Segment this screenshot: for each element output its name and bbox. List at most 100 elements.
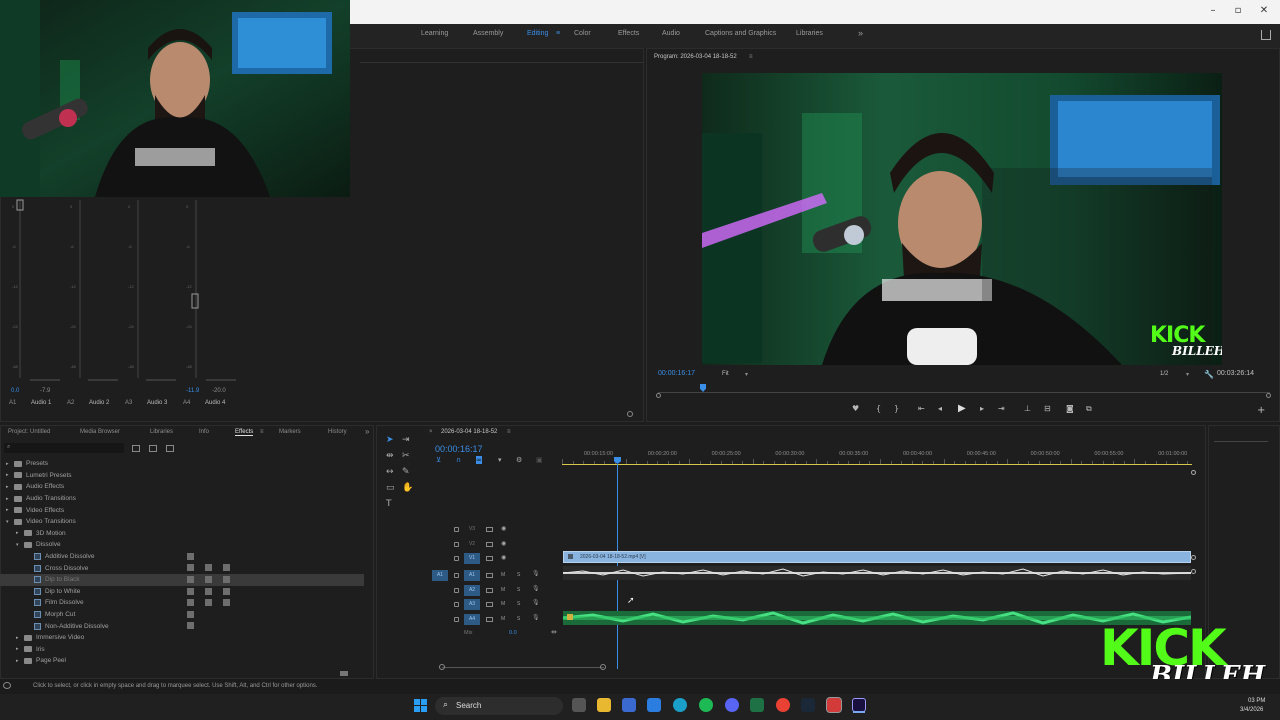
sync-lock-icon[interactable]: [486, 542, 493, 547]
mute-icon[interactable]: M: [501, 587, 505, 593]
mix-expand-icon[interactable]: ⇹: [551, 628, 557, 636]
effects-menu-icon[interactable]: ≡: [260, 429, 264, 435]
edge-icon[interactable]: [673, 698, 687, 712]
tab-effects[interactable]: Effects: [618, 30, 639, 37]
expand-chevron-icon[interactable]: ▸: [16, 635, 24, 641]
track-target[interactable]: A3: [464, 599, 480, 610]
tree-item[interactable]: Morph Cut: [0, 609, 364, 621]
step-back-icon[interactable]: ◂: [938, 404, 942, 413]
sync-lock-icon[interactable]: [486, 573, 493, 578]
ripple-edit-tool-icon[interactable]: ⇹: [386, 451, 394, 461]
source-patch[interactable]: A1: [432, 570, 448, 581]
fit-chevron-icon[interactable]: ▾: [745, 371, 748, 378]
zoom-handle-left[interactable]: [439, 664, 445, 670]
panel-scroll-handle[interactable]: [627, 411, 633, 417]
microphone-icon[interactable]: 🎙: [532, 614, 540, 621]
tree-item[interactable]: ▸ Audio Transitions: [0, 493, 364, 505]
hand-tool-icon[interactable]: ✋: [402, 483, 413, 493]
add-marker-timeline-icon[interactable]: ▾: [498, 456, 502, 464]
file-explorer-icon[interactable]: [597, 698, 611, 712]
expand-chevron-icon[interactable]: ▸: [16, 658, 24, 664]
solo-icon[interactable]: S: [517, 572, 520, 578]
excel-icon[interactable]: [750, 698, 764, 712]
scrubber-end-handle[interactable]: [1266, 393, 1271, 398]
add-button-icon[interactable]: +: [1257, 405, 1265, 416]
tab-audio[interactable]: Audio: [662, 30, 680, 37]
tree-item[interactable]: ▸ Video Effects: [0, 504, 364, 516]
eye-icon[interactable]: ◉: [501, 540, 506, 547]
tree-item[interactable]: ▸ Immersive Video: [0, 632, 364, 644]
expand-chevron-icon[interactable]: ▸: [6, 507, 14, 513]
go-to-in-icon[interactable]: ⇤: [918, 404, 925, 413]
razor-tool-icon[interactable]: ✂: [402, 451, 410, 461]
more-workspaces-button[interactable]: »: [858, 28, 863, 38]
microphone-icon[interactable]: 🎙: [532, 599, 540, 606]
tree-item[interactable]: ▸ Page Peel: [0, 655, 364, 667]
microphone-icon[interactable]: 🎙: [532, 585, 540, 592]
tab-assembly[interactable]: Assembly: [473, 30, 503, 37]
sync-lock-icon[interactable]: [486, 602, 493, 607]
tree-item[interactable]: Dip to Black: [0, 574, 364, 586]
tree-item[interactable]: ▸ 3D Motion: [0, 528, 364, 540]
mark-out-icon[interactable]: }: [894, 404, 899, 413]
close-sequence-icon[interactable]: ×: [429, 429, 433, 435]
steam-icon[interactable]: [801, 698, 815, 712]
tree-item[interactable]: Non-Additive Dissolve: [0, 620, 364, 632]
sync-lock-icon[interactable]: [486, 527, 493, 532]
expand-chevron-icon[interactable]: ▾: [6, 519, 14, 525]
tab-history[interactable]: History: [328, 429, 347, 435]
menu-icon[interactable]: ≡: [556, 30, 560, 37]
store-icon[interactable]: [622, 698, 636, 712]
tab-libraries[interactable]: Libraries: [796, 30, 823, 37]
tab-color[interactable]: Color: [574, 30, 591, 37]
taskbar-search-input[interactable]: ⌕ Search: [435, 697, 563, 715]
mute-icon[interactable]: M: [501, 616, 505, 622]
windows-start-icon[interactable]: [414, 699, 427, 712]
microphone-icon[interactable]: 🎙: [532, 570, 540, 577]
mute-icon[interactable]: M: [501, 601, 505, 607]
tree-item[interactable]: Additive Dissolve: [0, 551, 364, 563]
close-button[interactable]: ✕: [1254, 2, 1274, 20]
fit-dropdown[interactable]: Fit: [722, 371, 729, 377]
minimize-button[interactable]: –: [1203, 2, 1223, 20]
epic-games-icon[interactable]: [826, 697, 842, 713]
export-frame-icon[interactable]: ◙: [1066, 404, 1074, 413]
mix-value[interactable]: 0.0: [509, 630, 517, 636]
expand-chevron-icon[interactable]: ▸: [6, 472, 14, 478]
sync-lock-icon[interactable]: [486, 617, 493, 622]
tree-item[interactable]: ▸ Audio Effects: [0, 481, 364, 493]
track-target[interactable]: A4: [464, 614, 480, 625]
track-select-tool-icon[interactable]: ⇥: [402, 435, 410, 445]
tree-item[interactable]: Film Dissolve: [0, 597, 364, 609]
tree-item[interactable]: ▸ Lumetri Presets: [0, 470, 364, 482]
expand-chevron-icon[interactable]: ▸: [16, 646, 24, 652]
sequence-menu-icon[interactable]: ≡: [507, 429, 511, 435]
video-scroll-handle[interactable]: [1191, 555, 1196, 560]
timeline-timecode[interactable]: 00:00:16:17: [435, 444, 483, 454]
program-current-time[interactable]: 00:00:16:17: [658, 370, 695, 377]
more-panels-icon[interactable]: »: [365, 427, 369, 436]
tab-info[interactable]: Info: [199, 429, 209, 435]
resolution-chevron-icon[interactable]: ▾: [1186, 371, 1189, 378]
spotify-icon[interactable]: [699, 698, 713, 712]
tab-project[interactable]: Project: Untitled: [8, 429, 50, 435]
lift-icon[interactable]: ⊥: [1024, 404, 1031, 413]
tree-item[interactable]: ▾ Video Transitions: [0, 516, 364, 528]
play-button[interactable]: ▶: [958, 403, 966, 414]
track-target[interactable]: A2: [464, 585, 480, 596]
tree-item[interactable]: ▸ Iris: [0, 644, 364, 656]
timeline-zoom-scrollbar[interactable]: [442, 667, 604, 668]
audio-scroll-handle[interactable]: [1191, 569, 1196, 574]
type-tool-icon[interactable]: T: [386, 499, 392, 509]
add-marker-icon[interactable]: ♥: [852, 404, 859, 413]
compare-icon[interactable]: ⧉: [1086, 404, 1092, 414]
step-forward-icon[interactable]: ▸: [980, 404, 984, 413]
mute-icon[interactable]: M: [501, 572, 505, 578]
tab-media-browser[interactable]: Media Browser: [80, 429, 120, 435]
32bit-effects-icon[interactable]: [149, 445, 157, 452]
nest-toggle-icon[interactable]: ⊻: [436, 456, 441, 464]
lock-icon[interactable]: [454, 542, 459, 547]
track-target[interactable]: V2: [464, 539, 480, 550]
solo-icon[interactable]: S: [517, 587, 520, 593]
selection-tool-icon[interactable]: ➤: [386, 435, 394, 445]
